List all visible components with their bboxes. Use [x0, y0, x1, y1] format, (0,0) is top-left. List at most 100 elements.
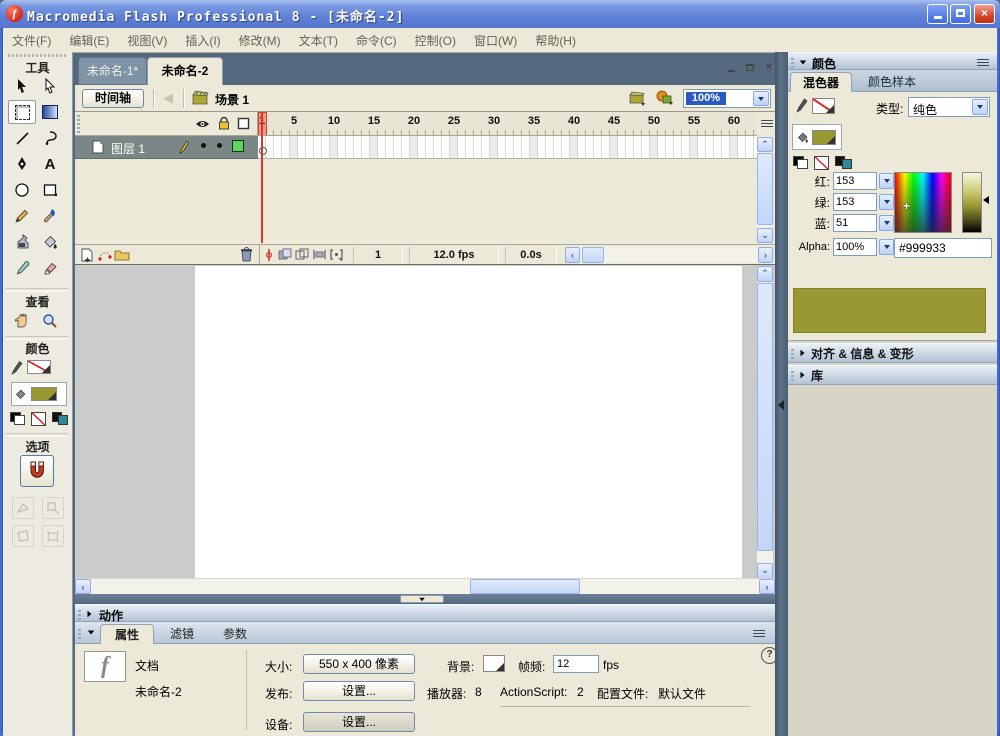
panel-gripper[interactable]	[791, 347, 794, 359]
menu-view[interactable]: 视图(V)	[118, 32, 176, 49]
hex-color-input[interactable]	[894, 238, 992, 258]
menu-modify[interactable]: 修改(M)	[230, 32, 290, 49]
tools-panel-gripper[interactable]	[8, 54, 68, 57]
scroll-thumb[interactable]	[757, 153, 773, 225]
layer-row-1[interactable]: 图层 1	[75, 136, 258, 159]
center-frame-button[interactable]	[260, 247, 277, 263]
scroll-thumb[interactable]	[757, 283, 773, 551]
framerate-input[interactable]	[553, 655, 599, 673]
document-tab-untitled-2[interactable]: 未命名-2	[147, 57, 223, 85]
tool-free-transform[interactable]	[8, 100, 36, 124]
alpha-slider-button[interactable]	[879, 239, 894, 255]
menu-insert[interactable]: 插入(I)	[176, 32, 229, 49]
doc-restore-button[interactable]	[742, 61, 758, 75]
library-panel-header[interactable]: 库	[788, 365, 997, 385]
properties-panel-menu-icon[interactable]	[753, 628, 765, 637]
stroke-color-swatch[interactable]	[812, 98, 835, 114]
scroll-right-button[interactable]: ›	[759, 579, 775, 594]
timeline-panel-menu-icon[interactable]	[761, 118, 773, 127]
scroll-down-button[interactable]: ⌄	[757, 228, 773, 243]
no-color-button[interactable]	[31, 412, 46, 426]
alpha-input[interactable]	[833, 238, 877, 256]
panel-gripper[interactable]	[791, 369, 794, 381]
panel-splitter[interactable]	[75, 594, 775, 604]
tab-properties[interactable]: 属性	[100, 624, 154, 644]
color-panel-menu-icon[interactable]	[977, 57, 989, 66]
layer-outline-color-swatch[interactable]	[232, 140, 244, 152]
default-colors-button[interactable]	[10, 412, 25, 425]
swap-colors-button[interactable]	[835, 156, 852, 169]
stage-vscrollbar[interactable]: ⌃ ⌄	[757, 266, 773, 579]
green-input[interactable]	[833, 193, 877, 211]
minimize-button[interactable]	[927, 4, 948, 24]
timeline-hscrollbar[interactable]: ‹ ›	[565, 246, 773, 263]
stage-pasteboard[interactable]: ⌃ ⌄	[75, 264, 775, 579]
tool-subselection[interactable]	[36, 74, 64, 98]
tool-hand[interactable]	[8, 309, 36, 333]
color-panel-header[interactable]: 颜色	[788, 52, 997, 71]
layer-lock-dot[interactable]	[217, 143, 222, 148]
timeline-gripper[interactable]	[77, 115, 80, 133]
tab-color-mixer[interactable]: 混色器	[790, 72, 852, 92]
zoom-combobox[interactable]: 100%	[683, 89, 771, 108]
modify-onion-markers-button[interactable]	[328, 247, 345, 263]
layer-name[interactable]: 图层 1	[111, 140, 145, 157]
tool-oval[interactable]	[8, 178, 36, 202]
align-info-transform-panel-header[interactable]: 对齐 & 信息 & 变形	[788, 343, 997, 363]
tool-gradient-transform[interactable]	[36, 100, 64, 124]
red-input[interactable]	[833, 172, 877, 190]
scroll-up-button[interactable]: ⌃	[757, 137, 773, 152]
scroll-up-button[interactable]: ⌃	[757, 266, 773, 282]
tab-color-swatches[interactable]: 颜色样本	[856, 72, 928, 92]
tool-brush[interactable]	[36, 204, 64, 228]
swap-colors-button[interactable]	[52, 412, 68, 425]
right-panel-splitter[interactable]	[775, 52, 788, 736]
tool-zoom[interactable]	[36, 309, 64, 333]
timeline-ruler[interactable]: 1 5 10 15 20 25 30 35 40 45 50 55 60	[258, 112, 757, 136]
insert-layer-folder-button[interactable]	[113, 247, 130, 263]
menu-file[interactable]: 文件(F)	[3, 32, 60, 49]
stage-canvas[interactable]	[195, 266, 742, 579]
menu-edit[interactable]: 编辑(E)	[60, 32, 118, 49]
stage-hscrollbar[interactable]: ‹ ›	[75, 578, 775, 594]
snap-to-objects-toggle[interactable]	[20, 455, 54, 487]
menu-commands[interactable]: 命令(C)	[347, 32, 406, 49]
menu-window[interactable]: 窗口(W)	[465, 32, 526, 49]
zoom-dropdown-button[interactable]	[753, 91, 769, 106]
onion-skin-outlines-button[interactable]	[294, 247, 311, 263]
background-color-swatch[interactable]	[483, 655, 505, 672]
green-slider-button[interactable]	[879, 194, 894, 210]
no-color-button[interactable]	[814, 156, 829, 170]
lock-layers-icon[interactable]	[218, 116, 230, 131]
tab-filters[interactable]: 滤镜	[157, 624, 207, 644]
menu-control[interactable]: 控制(O)	[406, 32, 465, 49]
doc-minimize-button[interactable]	[723, 61, 739, 75]
red-slider-button[interactable]	[879, 173, 894, 189]
actions-panel-header[interactable]: 动作	[75, 604, 775, 623]
tool-ink-bottle[interactable]	[8, 230, 36, 254]
tool-text[interactable]: A	[36, 152, 64, 176]
tool-lasso[interactable]	[36, 126, 64, 150]
tool-eyedropper[interactable]	[8, 256, 36, 280]
tool-paint-bucket[interactable]	[36, 230, 64, 254]
publish-settings-button[interactable]: 设置...	[303, 681, 415, 701]
tool-line[interactable]	[8, 126, 36, 150]
tool-pencil[interactable]	[8, 204, 36, 228]
edit-multiple-frames-button[interactable]	[311, 247, 328, 263]
document-size-button[interactable]: 550 x 400 像素	[303, 654, 415, 674]
scroll-left-button[interactable]: ‹	[565, 246, 580, 263]
playhead[interactable]	[261, 113, 263, 243]
default-colors-button[interactable]	[793, 156, 808, 169]
insert-layer-button[interactable]	[79, 247, 96, 263]
type-dropdown-button[interactable]	[972, 99, 988, 115]
color-spectrum-picker[interactable]: +	[894, 172, 952, 233]
show-hide-layers-icon[interactable]	[195, 119, 210, 129]
collapse-panel-tab[interactable]	[400, 595, 444, 603]
tool-eraser[interactable]	[36, 256, 64, 280]
fill-color-swatch[interactable]	[812, 129, 836, 145]
document-tab-untitled-1[interactable]: 未命名-1*	[78, 57, 147, 85]
tab-parameters[interactable]: 参数	[210, 624, 260, 644]
fill-color-swatch[interactable]	[31, 387, 57, 401]
tool-selection[interactable]	[8, 74, 36, 98]
scroll-right-button[interactable]: ›	[758, 246, 773, 263]
